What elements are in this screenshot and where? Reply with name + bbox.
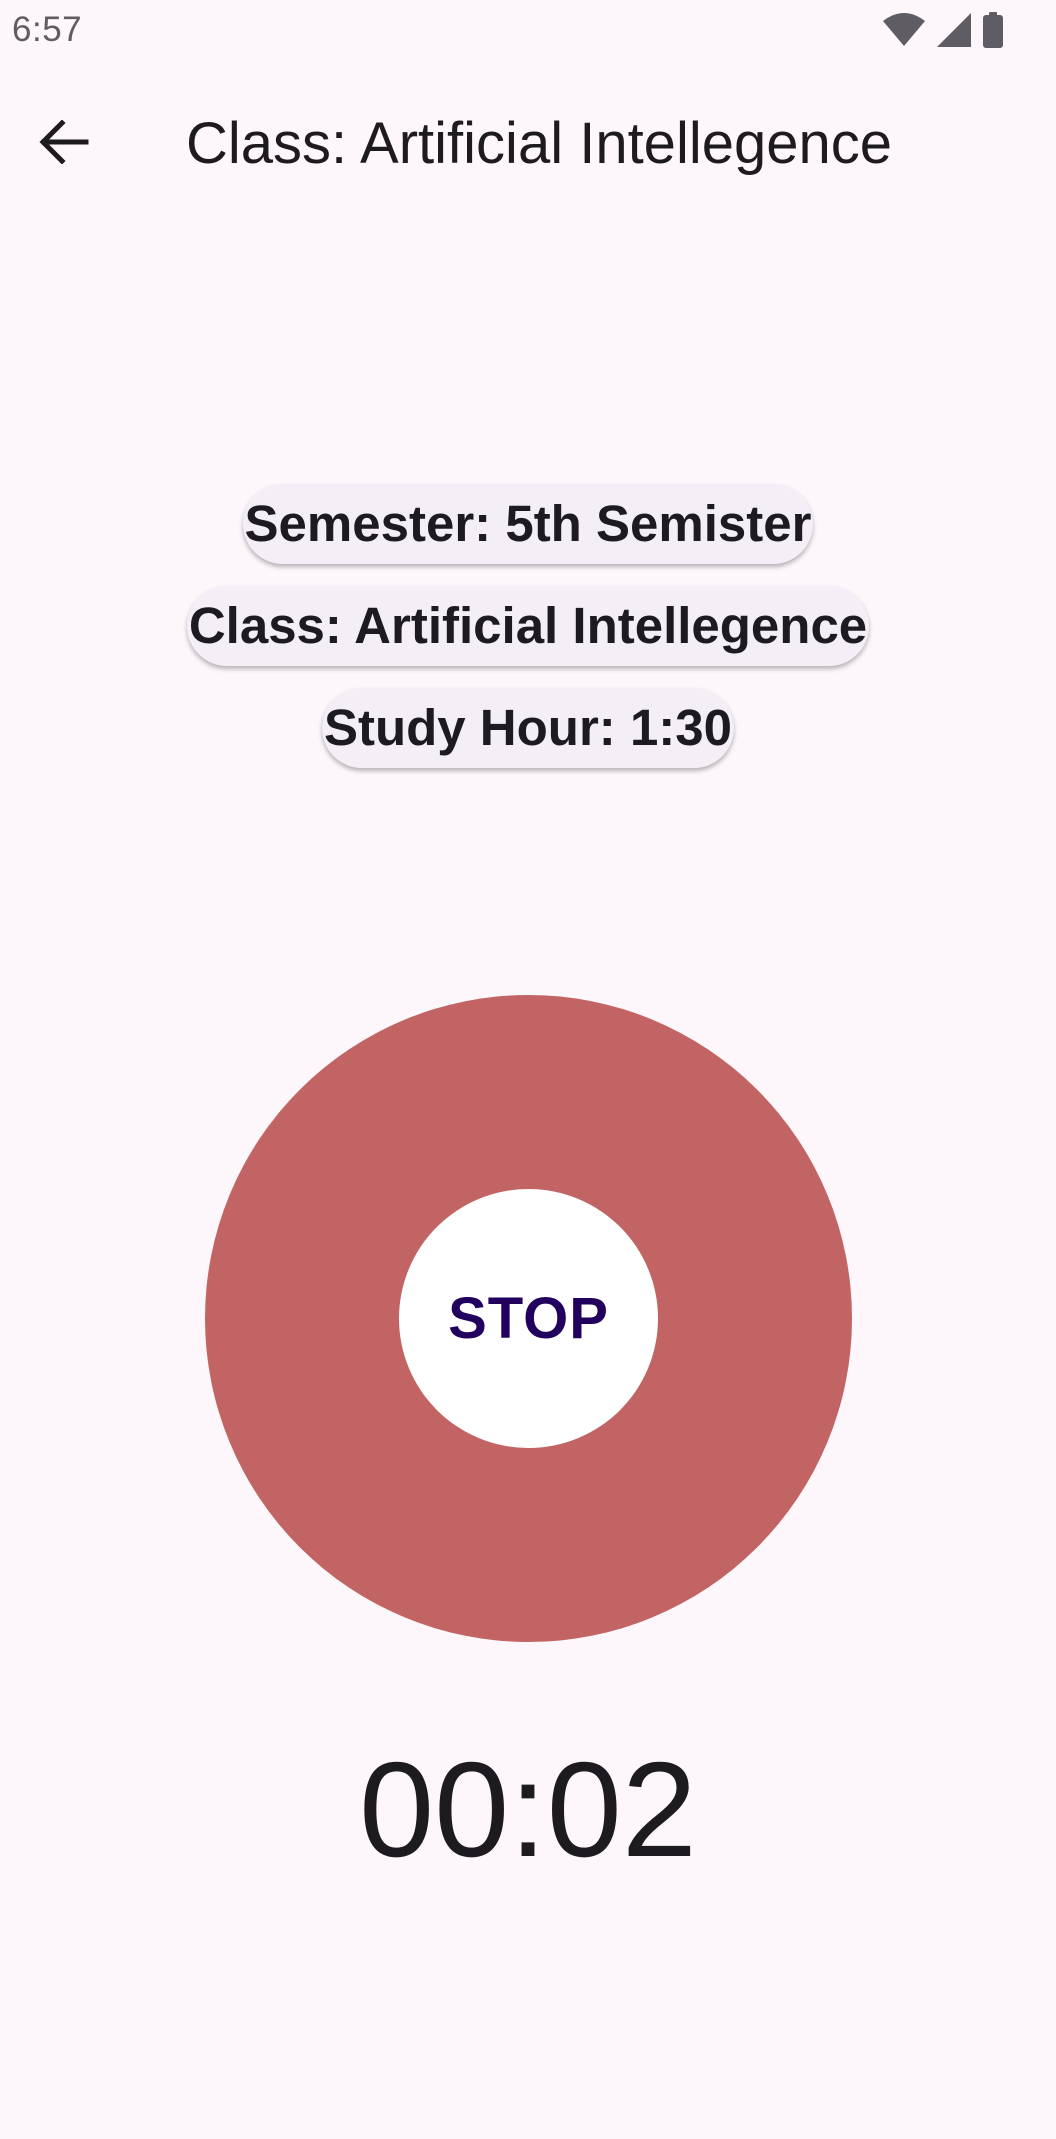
page-title: Class: Artificial Intellegence	[186, 111, 892, 176]
class-info: Semester: 5th Semister Class: Artificial…	[0, 484, 1056, 768]
semester-chip: Semester: 5th Semister	[242, 484, 814, 564]
battery-icon	[982, 12, 1004, 53]
signal-icon	[936, 12, 972, 53]
arrow-back-icon	[39, 118, 89, 169]
study-hour-chip: Study Hour: 1:30	[321, 688, 735, 768]
stop-button[interactable]: STOP	[399, 1189, 658, 1448]
status-icons	[882, 12, 1004, 53]
status-bar: 6:57	[0, 0, 1056, 64]
class-chip: Class: Artificial Intellegence	[186, 586, 870, 666]
status-time: 6:57	[12, 10, 83, 49]
back-button[interactable]	[28, 108, 100, 180]
app-bar: Class: Artificial Intellegence	[0, 80, 1056, 200]
wifi-icon	[882, 13, 926, 52]
elapsed-timer: 00:02	[359, 1734, 697, 1885]
